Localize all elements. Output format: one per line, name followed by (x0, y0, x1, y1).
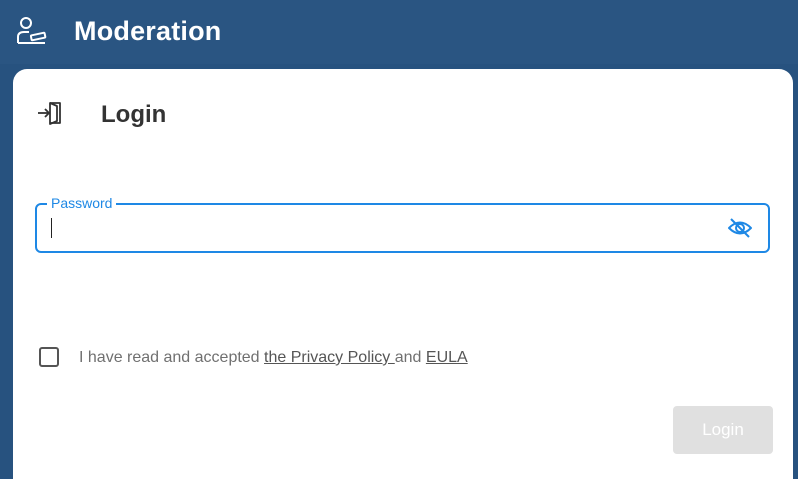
login-button[interactable]: Login (673, 406, 773, 454)
password-field[interactable]: Password (35, 194, 770, 253)
eye-off-icon[interactable] (727, 216, 753, 240)
login-enter-icon (38, 102, 61, 125)
login-heading: Login (101, 101, 167, 128)
password-input[interactable] (49, 213, 709, 243)
app-title: Moderation (74, 16, 222, 46)
privacy-policy-link[interactable]: the Privacy Policy (264, 349, 395, 366)
moderator-user-icon (17, 17, 47, 44)
password-label: Password (47, 194, 117, 212)
consent-middle: and (394, 349, 426, 366)
eula-link[interactable]: EULA (426, 349, 468, 366)
text-cursor (51, 218, 52, 238)
consent-prefix: I have read and accepted (79, 349, 265, 366)
consent-text: I have read and accepted the Privacy Pol… (79, 348, 468, 368)
login-card: Login Password I have read and accepted … (13, 69, 793, 479)
consent-checkbox[interactable] (39, 347, 59, 367)
app-header: Moderation (0, 0, 798, 64)
